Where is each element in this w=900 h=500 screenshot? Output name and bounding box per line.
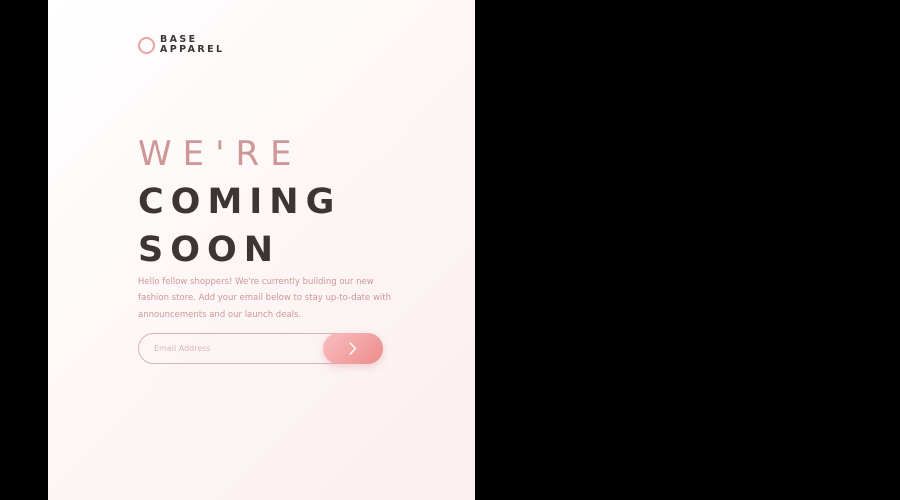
logo-text: BASE APPAREL — [160, 35, 224, 55]
main-panel: BASE APPAREL WE'RE COMING SOON Hello fel… — [48, 0, 475, 500]
submit-button[interactable] — [323, 333, 383, 364]
email-input[interactable] — [154, 334, 314, 363]
headline-line-3: SOON — [138, 230, 281, 270]
brand-logo[interactable]: BASE APPAREL — [138, 35, 224, 55]
logo-ring-icon — [138, 36, 155, 54]
page-headline: WE'RE COMING SOON — [138, 130, 341, 274]
chevron-right-icon — [349, 342, 357, 355]
email-signup-form — [138, 333, 383, 364]
headline-line-1: WE'RE — [138, 134, 303, 174]
headline-line-2: COMING — [138, 182, 342, 222]
intro-description: Hello fellow shoppers! We're currently b… — [138, 277, 391, 320]
logo-line-2: APPAREL — [160, 44, 225, 55]
